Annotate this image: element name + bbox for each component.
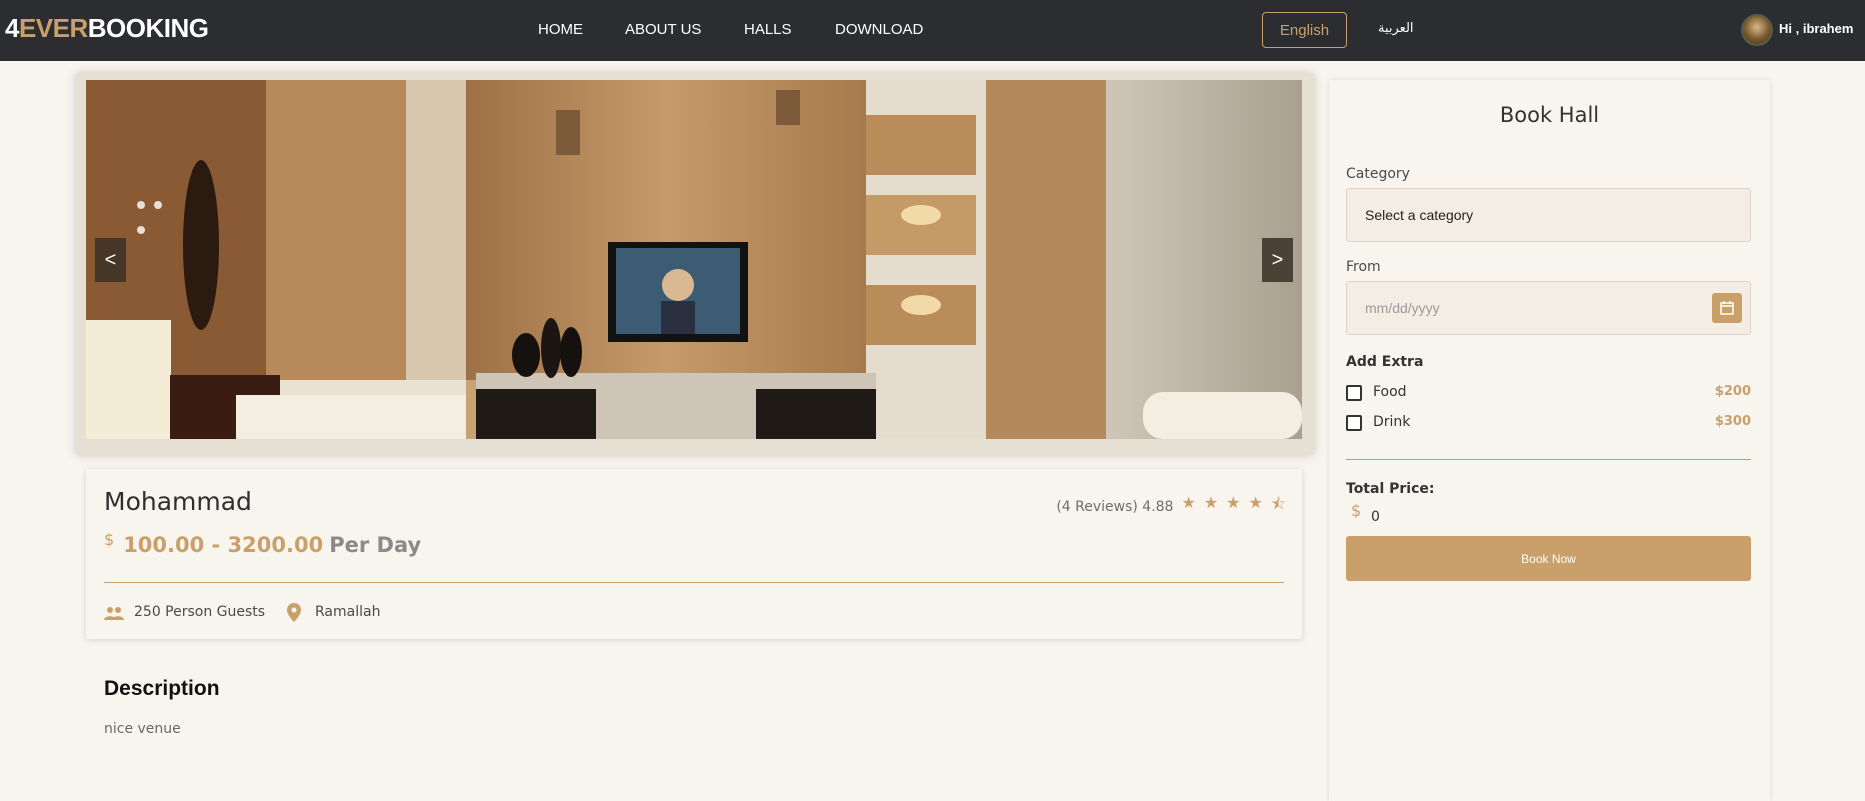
- category-selected-value: Select a category: [1365, 207, 1474, 223]
- logo-part-number: 4: [5, 13, 19, 43]
- hall-location: Ramallah: [315, 604, 381, 620]
- location-pin-icon: [287, 603, 301, 626]
- star-icon: ★: [1248, 493, 1263, 512]
- nav-link-home[interactable]: HOME: [538, 21, 583, 38]
- total-dollar-icon: $: [1351, 501, 1362, 520]
- extra-price-drink: $300: [1714, 414, 1751, 429]
- guests-capacity: 250 Person Guests: [134, 604, 266, 620]
- logo-part-booking: BOOKING: [87, 13, 209, 43]
- booking-panel-title: Book Hall: [1499, 103, 1600, 127]
- nav-link-download[interactable]: DOWNLOAD: [835, 21, 923, 38]
- hall-photo: [86, 80, 1302, 439]
- booking-divider: [1346, 459, 1751, 460]
- reviews-count: (4 Reviews) 4.88: [1056, 498, 1174, 515]
- dollar-icon: $: [104, 530, 115, 549]
- category-label: Category: [1346, 166, 1410, 182]
- logo-part-ever: EVER: [18, 13, 88, 43]
- rating-summary: (4 Reviews) 4.88 ★ ★ ★ ★ ⯪: [1056, 493, 1286, 520]
- price-row: $ 100.00 - 3200.00 Per Day: [104, 530, 422, 557]
- total-price-value: 0: [1371, 509, 1380, 525]
- carousel-next-button[interactable]: >: [1262, 238, 1293, 282]
- book-now-button[interactable]: Book Now: [1346, 536, 1751, 581]
- hall-info-card: Mohammad $ 100.00 - 3200.00 Per Day (4 R…: [86, 469, 1302, 639]
- language-english-button[interactable]: English: [1262, 12, 1347, 48]
- description-heading: Description: [104, 677, 220, 700]
- from-date-input[interactable]: mm/dd/yyyy: [1346, 281, 1751, 335]
- per-day-label: Per Day: [329, 533, 422, 557]
- info-divider: [104, 582, 1284, 583]
- user-avatar[interactable]: [1741, 14, 1773, 46]
- hall-image-carousel: [86, 80, 1302, 439]
- calendar-icon[interactable]: [1712, 293, 1742, 323]
- carousel-prev-button[interactable]: <: [95, 238, 126, 282]
- description-text: nice venue: [104, 721, 181, 737]
- user-greeting[interactable]: Hi , ibrahem: [1779, 21, 1853, 36]
- category-select[interactable]: Select a category: [1346, 188, 1751, 242]
- price-range: 100.00 - 3200.00: [123, 533, 324, 557]
- nav-link-halls[interactable]: HALLS: [744, 21, 792, 38]
- star-icon: ★: [1181, 493, 1196, 512]
- add-extra-heading: Add Extra: [1346, 354, 1424, 370]
- from-date-label: From: [1346, 259, 1381, 275]
- extra-item-food: Food $200: [1346, 383, 1751, 403]
- half-star-icon: ⯪: [1270, 494, 1286, 513]
- top-navbar: 4EVERBOOKING HOME ABOUT US HALLS DOWNLOA…: [0, 0, 1865, 61]
- people-icon: [104, 605, 124, 624]
- star-rating: ★ ★ ★ ★ ⯪: [1181, 493, 1286, 520]
- extra-label-drink: Drink: [1373, 414, 1411, 430]
- star-icon: ★: [1203, 493, 1219, 512]
- extra-label-food: Food: [1373, 384, 1407, 400]
- booking-panel: Book Hall Category Select a category Fro…: [1329, 80, 1770, 801]
- extra-price-food: $200: [1714, 384, 1751, 399]
- brand-logo[interactable]: 4EVERBOOKING: [5, 13, 209, 44]
- date-placeholder: mm/dd/yyyy: [1365, 300, 1440, 316]
- drink-checkbox[interactable]: [1346, 415, 1362, 431]
- extra-item-drink: Drink $300: [1346, 413, 1751, 433]
- total-price-label: Total Price:: [1346, 481, 1435, 497]
- nav-link-about-us[interactable]: ABOUT US: [625, 21, 701, 38]
- language-arabic-link[interactable]: العربية: [1378, 21, 1414, 36]
- hall-name: Mohammad: [104, 487, 252, 516]
- star-icon: ★: [1226, 493, 1241, 512]
- food-checkbox[interactable]: [1346, 385, 1362, 401]
